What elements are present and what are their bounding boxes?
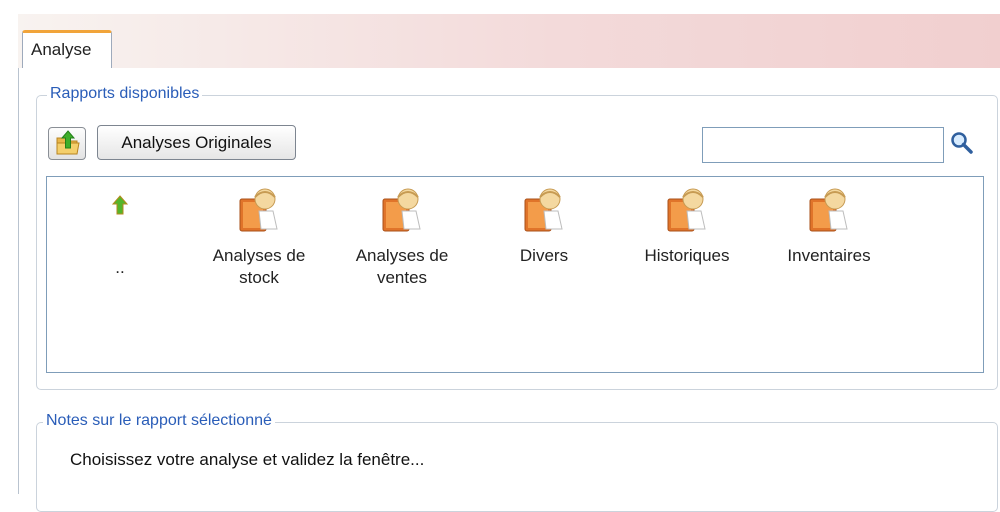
magnifier-icon (951, 132, 973, 154)
original-analyses-button[interactable]: Analyses Originales (97, 125, 296, 160)
list-item-label: Inventaires (787, 246, 871, 265)
list-item-divers[interactable]: Divers (484, 181, 604, 301)
report-folder-icon (667, 188, 706, 232)
tab-bar (18, 14, 1000, 69)
report-folder-icon (524, 188, 563, 232)
list-item-label: Divers (519, 246, 569, 265)
list-item-label: Analyses de stock (212, 246, 306, 287)
window-top-strip (0, 0, 1000, 14)
search-button[interactable] (948, 128, 976, 158)
list-item-inventaires[interactable]: Inventaires (769, 181, 889, 301)
tab-analyse[interactable]: Analyse (22, 30, 112, 68)
folder-up-icon (56, 130, 80, 155)
report-folder-icon (809, 188, 848, 232)
list-item-parent[interactable]: .. (60, 191, 180, 281)
notes-text: Choisissez votre analyse et validez la f… (70, 450, 425, 469)
notes-group-legend: Notes sur le rapport sélectionné (43, 412, 275, 430)
list-item-analyses-de-stock[interactable]: Analyses de stock (199, 181, 319, 301)
reports-group-legend: Rapports disponibles (47, 85, 203, 103)
report-folder-icon (239, 188, 278, 232)
search-input[interactable] (702, 127, 944, 163)
list-item-label: Historiques (644, 246, 730, 265)
tab-label: Analyse (31, 40, 92, 59)
report-folder-icon (382, 188, 421, 232)
list-item-label: .. (115, 258, 125, 277)
list-item-label: Analyses de ventes (355, 246, 449, 287)
folder-up-button[interactable] (48, 127, 86, 160)
reports-list[interactable]: .. Analyses de stock Analyses de ventes (46, 176, 984, 373)
list-item-analyses-de-ventes[interactable]: Analyses de ventes (342, 181, 462, 301)
list-item-historiques[interactable]: Historiques (627, 181, 747, 301)
up-arrow-icon (112, 195, 128, 215)
